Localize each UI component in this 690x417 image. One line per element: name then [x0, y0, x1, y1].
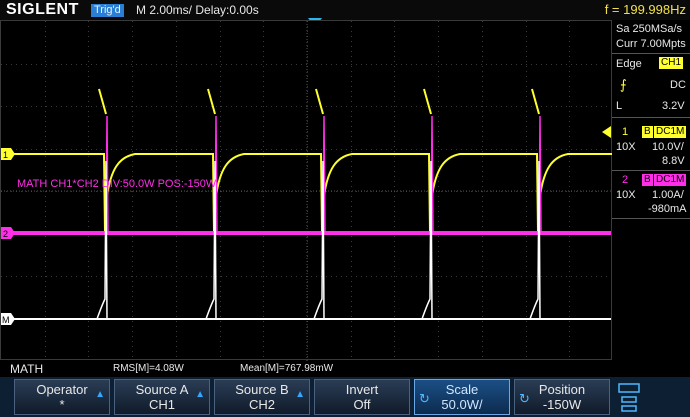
ch1-pointer-icon — [602, 126, 611, 138]
ch2-marker[interactable]: 2 — [1, 227, 15, 239]
ch2-scale: 1.00A/ — [652, 189, 684, 201]
divider — [612, 170, 690, 171]
waveform-canvas: MATH CH1*CH2 DIV:50.0W POS:-150W 1 2 M — [1, 21, 613, 361]
source-b-button[interactable]: Source B CH2 ▲ — [214, 379, 310, 415]
ch1-trace — [11, 153, 613, 232]
source-a-button[interactable]: Source A CH1 ▲ — [114, 379, 210, 415]
arrow-up-icon: ▲ — [95, 389, 105, 400]
ch1-spike — [207, 88, 216, 115]
ch1-offset: 8.8V — [662, 155, 685, 167]
divider — [612, 53, 690, 54]
arrow-up-icon: ▲ — [195, 389, 205, 400]
trigger-level: 3.2V — [662, 100, 685, 112]
ch1-spike — [315, 88, 324, 115]
ch1-spike — [531, 88, 540, 115]
ch1-marker[interactable]: 1 — [1, 148, 15, 160]
knob-icon: ↻ — [419, 391, 430, 406]
invert-label: Invert — [345, 382, 379, 397]
ch1-spike — [423, 88, 432, 115]
status-bar: SIGLENT Trig'd M 2.00ms/ Delay:0.00s f =… — [0, 0, 690, 20]
measurement-bar: MATH RMS[M]=4.08W Mean[M]=767.98mW — [0, 361, 690, 377]
ch1-coupling: DC1M — [654, 126, 687, 138]
ch1-marker-label: 1 — [3, 150, 8, 160]
brand-logo: SIGLENT — [6, 1, 79, 18]
math-spike — [313, 160, 325, 320]
graticule — [1, 21, 613, 361]
ch1-scale: 10.0V/ — [652, 141, 684, 153]
math-marker-label: M — [2, 315, 10, 325]
divider — [612, 117, 690, 118]
ch1-spike — [98, 88, 107, 115]
trigger-coupling: DC — [670, 79, 686, 91]
math-spike — [529, 160, 541, 320]
ch2-bandwidth-badge: B — [642, 174, 653, 186]
trigger-status-badge: Trig'd — [91, 4, 124, 17]
sample-rate: Sa 250MSa/s — [616, 23, 683, 35]
math-spike — [421, 160, 433, 320]
rms-measurement: RMS[M]=4.08W — [113, 363, 184, 374]
frequency-counter: f = 199.998Hz — [604, 2, 686, 17]
ch2-marker-label: 2 — [3, 229, 8, 239]
math-info-label: MATH CH1*CH2 DIV:50.0W POS:-150W — [17, 178, 217, 190]
memory-depth: Curr 7.00Mpts — [616, 38, 686, 50]
invert-button[interactable]: Invert Off — [314, 379, 410, 415]
divider — [612, 218, 690, 219]
info-panel: Sa 250MSa/s Curr 7.00Mpts Edge CH1 ⨍ DC … — [602, 20, 690, 360]
usb-icon — [618, 383, 640, 412]
scale-button[interactable]: ↻ Scale 50.0W/ — [414, 379, 510, 415]
waveform-display[interactable]: MATH CH1*CH2 DIV:50.0W POS:-150W 1 2 M — [0, 20, 613, 361]
timebase-readout[interactable]: M 2.00ms/ Delay:0.00s — [136, 3, 259, 17]
mean-measurement: Mean[M]=767.98mW — [240, 363, 334, 374]
softkey-menu: Operator * ▲ Source A CH1 ▲ Source B CH2… — [0, 377, 690, 417]
arrow-up-icon: ▲ — [295, 389, 305, 400]
operator-button[interactable]: Operator * ▲ — [14, 379, 110, 415]
ch2-coupling: DC1M — [654, 174, 687, 186]
traces — [11, 88, 613, 320]
ch1-bandwidth-badge: B — [642, 126, 653, 138]
math-marker[interactable]: M — [1, 313, 15, 325]
invert-value: Off — [353, 397, 371, 412]
knob-icon: ↻ — [519, 391, 530, 406]
trigger-source-badge: CH1 — [659, 57, 684, 69]
menu-title: MATH — [10, 362, 44, 376]
ch2-offset: -980mA — [648, 203, 687, 215]
position-button[interactable]: ↻ Position -150W — [514, 379, 610, 415]
